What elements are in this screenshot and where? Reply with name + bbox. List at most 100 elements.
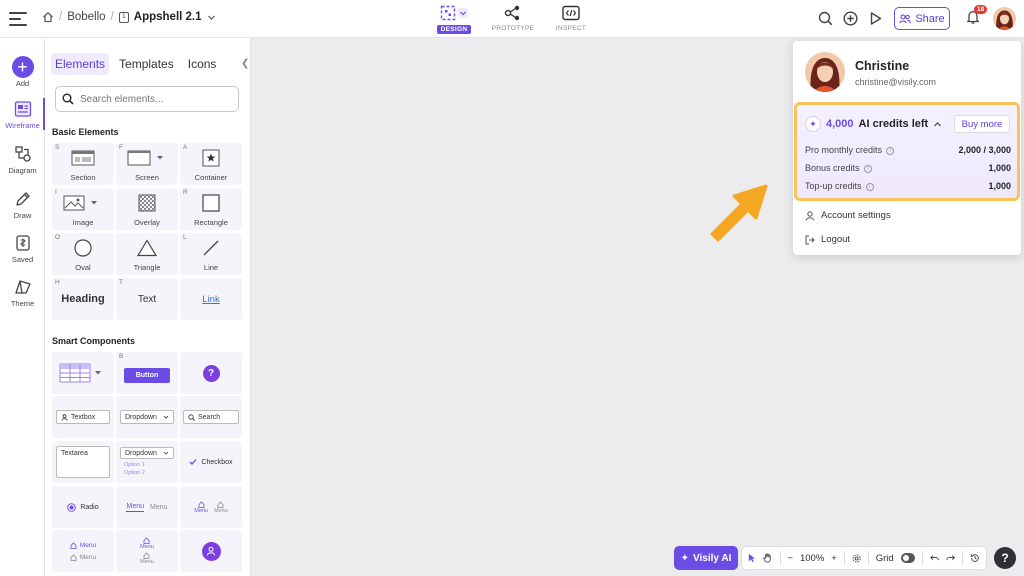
play-icon[interactable] <box>868 11 883 26</box>
user-icon <box>805 210 815 221</box>
plus-icon: + <box>11 56 34 78</box>
credits-row: Pro monthly credits i 2,000 / 3,000 <box>805 145 1011 155</box>
table-icon <box>59 363 101 383</box>
component-search[interactable]: Search <box>180 396 242 438</box>
zoom-level[interactable]: 100% <box>800 553 824 564</box>
breadcrumb-project[interactable]: Appshell 2.1 <box>134 11 202 23</box>
chevron-down-icon <box>163 451 169 455</box>
element-oval[interactable]: O Oval <box>52 233 114 275</box>
credits-row: Bonus credits i 1,000 <box>805 163 1011 173</box>
help-button[interactable]: ? <box>994 547 1016 569</box>
rail-item-theme[interactable]: Theme <box>0 276 45 308</box>
rail-item-draw[interactable]: Draw <box>0 188 45 220</box>
elements-panel: Elements Templates Icons ❮ Basic Element… <box>45 38 251 576</box>
redo-icon[interactable] <box>946 553 955 563</box>
cursor-icon[interactable] <box>748 552 756 564</box>
element-section[interactable]: S Section <box>52 143 114 185</box>
info-icon[interactable]: i <box>865 182 874 191</box>
line-icon <box>203 240 219 256</box>
info-icon[interactable]: i <box>863 164 872 173</box>
element-screen[interactable]: F Screen <box>116 143 178 185</box>
info-icon[interactable]: i <box>886 146 895 155</box>
design-icon <box>440 5 456 21</box>
share-label: Share <box>915 12 945 25</box>
element-container[interactable]: A Container <box>180 143 242 185</box>
users-icon <box>899 13 912 23</box>
component-button[interactable]: B Button <box>116 352 178 394</box>
tab-elements[interactable]: Elements <box>51 53 110 75</box>
element-link[interactable]: Link <box>180 278 242 320</box>
share-button[interactable]: Share <box>894 7 950 30</box>
element-search[interactable] <box>55 86 239 112</box>
mode-design[interactable]: DESIGN <box>428 3 480 34</box>
rail-item-add[interactable]: + Add <box>0 56 45 88</box>
search-input[interactable] <box>80 93 230 105</box>
element-line[interactable]: L Line <box>180 233 242 275</box>
theme-icon <box>14 280 31 294</box>
logout-item[interactable]: Logout <box>805 234 850 245</box>
user-icon <box>61 413 68 421</box>
chevron-down-icon <box>163 415 169 419</box>
chevron-up-icon[interactable] <box>933 120 942 129</box>
component-menu-icons[interactable]: Menu Menu <box>180 486 242 528</box>
component-textarea[interactable]: Textarea <box>52 441 114 483</box>
settings-icon[interactable] <box>852 553 861 564</box>
menu-icon[interactable] <box>9 9 29 29</box>
mode-inspect[interactable]: INSPECT <box>545 3 597 32</box>
rail-item-wireframe[interactable]: Wireframe <box>0 98 45 130</box>
element-heading[interactable]: H Heading <box>52 278 114 320</box>
home-icon <box>198 500 205 508</box>
tab-templates[interactable]: Templates <box>115 53 178 75</box>
diagram-icon <box>14 146 31 162</box>
section-title: Smart Components <box>52 336 136 346</box>
chevron-down-icon[interactable] <box>207 13 216 22</box>
grid-toggle[interactable] <box>900 553 915 563</box>
avatar-image <box>993 7 1016 30</box>
home-icon[interactable] <box>42 11 54 23</box>
rail-label: Add <box>15 79 30 88</box>
component-dropdown-open[interactable]: Dropdown Option 1 Option 2 <box>116 441 178 483</box>
component-dropdown[interactable]: Dropdown <box>116 396 178 438</box>
element-image[interactable]: I Image <box>52 188 114 230</box>
component-table[interactable] <box>52 352 114 394</box>
avatar[interactable] <box>993 7 1016 30</box>
hand-icon[interactable] <box>763 552 772 564</box>
zoom-in-button[interactable]: + <box>831 553 837 564</box>
user-email: christine@visily.com <box>855 77 936 87</box>
breadcrumb-team[interactable]: Bobello <box>67 11 105 23</box>
home-icon <box>70 553 77 561</box>
top-bar: / Bobello / 1 Appshell 2.1 DESIGN PROTOT… <box>0 0 1024 38</box>
ai-credits-summary[interactable]: ✦ 4,000 AI credits left <box>805 116 942 132</box>
element-text[interactable]: T Text <box>116 278 178 320</box>
element-overlay[interactable]: Overlay <box>116 188 178 230</box>
element-rectangle[interactable]: R Rectangle <box>180 188 242 230</box>
visily-ai-button[interactable]: ✦ Visily AI <box>674 546 738 570</box>
tab-icons[interactable]: Icons <box>184 53 221 75</box>
account-settings-item[interactable]: Account settings <box>805 210 891 221</box>
component-checkbox[interactable]: Checkbox <box>180 441 242 483</box>
component-textbox[interactable]: Textbox <box>52 396 114 438</box>
rail-item-diagram[interactable]: Diagram <box>0 143 45 175</box>
component-help[interactable]: ? <box>180 352 242 394</box>
component-radio[interactable]: Radio <box>52 486 114 528</box>
screen-icon <box>127 150 163 166</box>
search-icon[interactable] <box>818 11 833 26</box>
panel-tabs: Elements Templates Icons <box>51 53 220 75</box>
collapse-panel-icon[interactable]: ❮ <box>241 58 249 69</box>
component-menu-vertical[interactable]: Menu Menu <box>52 530 114 572</box>
saved-icon <box>15 235 30 251</box>
component-menu-tabs[interactable]: Menu Menu <box>116 486 178 528</box>
undo-icon[interactable] <box>929 553 939 563</box>
buy-more-button[interactable]: Buy more <box>954 115 1010 133</box>
mode-prototype[interactable]: PROTOTYPE <box>487 3 539 32</box>
rail-item-saved[interactable]: Saved <box>0 232 45 264</box>
chevron-down-icon[interactable] <box>458 8 468 18</box>
help-icon: ? <box>202 364 220 382</box>
add-circle-icon[interactable] <box>843 11 858 26</box>
radio-icon <box>67 502 77 512</box>
component-menu-stacked[interactable]: Menu Menu <box>116 530 178 572</box>
zoom-out-button[interactable]: − <box>787 553 793 564</box>
history-icon[interactable] <box>970 552 980 564</box>
element-triangle[interactable]: Triangle <box>116 233 178 275</box>
component-avatar[interactable] <box>180 530 242 572</box>
